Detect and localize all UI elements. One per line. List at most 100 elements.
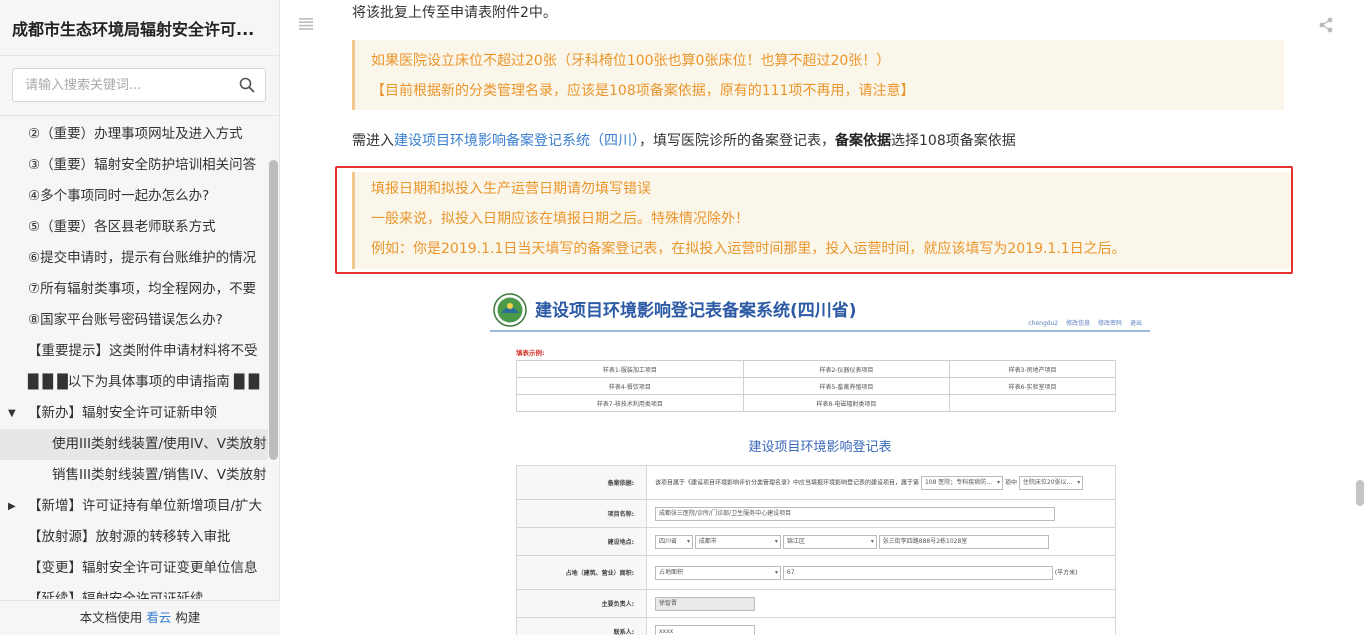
form-label: 项目名称: (516, 499, 647, 528)
toc-item-label: ⑦所有辐射类事项，均全程网办，不要 (28, 281, 257, 297)
toc-item-label: ④多个事项同时一起办怎么办? (28, 188, 210, 204)
address-input[interactable]: 张三街李四路888号2栋1028室 (878, 534, 1049, 549)
note-line: 【目前根据新的分类管理名录，应该是108项备案依据，原有的111项不再用，请注意… (371, 83, 915, 99)
form-heading: 建设项目环境影响登记表 (748, 440, 892, 455)
header-link[interactable]: 修改信息 (1066, 320, 1090, 327)
form-label: 联系人: (516, 617, 647, 635)
basis-select-2[interactable]: 住院床位20张以... (1018, 475, 1084, 490)
form-value: 成都张三医院/诊所/门诊部/卫生服务中心建设项目 (646, 499, 1116, 528)
sample-link[interactable]: 样表4-餐饮项目 (516, 377, 744, 395)
toc-item-label: 【放射源】放射源的转移转入审批 (28, 529, 231, 545)
form-label: 占地（建筑、营业）面积: (516, 555, 647, 590)
toc-item-label: ⑧国家平台账号密码错误怎么办? (28, 312, 223, 328)
leader-input[interactable]: 徐智晋 (655, 596, 755, 611)
paragraph-upload-note: 将该批复上传至申请表附件2中。 (352, 5, 557, 21)
text: 需进入 (352, 133, 394, 149)
toc-item-label: 【延续】辐射安全许可证延续 (28, 591, 204, 599)
toc-item-label: 【新办】辐射安全许可证新申领 (28, 405, 217, 421)
text: ，填写医院诊所的备案登记表， (639, 133, 835, 149)
project-name-input[interactable]: 成都张三医院/诊所/门诊部/卫生服务中心建设项目 (655, 506, 1055, 521)
province-select[interactable]: 四川省 (655, 534, 693, 549)
share-icon[interactable] (1319, 17, 1333, 33)
form-value: 该项目属于《建设项目环境影响评价分类管理名录》中应当填报环境影响登记表的建设项目… (646, 465, 1116, 500)
sample-link[interactable]: 样表3-房地产项目 (949, 360, 1116, 378)
main-content: 将该批复上传至申请表附件2中。 如果医院设立床位不超过20张（牙科椅位100张也… (281, 0, 1366, 635)
form-value: 徐智晋 (646, 589, 1116, 618)
footer-suffix: 构建 (175, 610, 201, 625)
menu-toggle-icon[interactable] (299, 18, 313, 30)
sample-link[interactable]: 样表7-核技术利用类项目 (516, 394, 744, 412)
toc-item[interactable]: ③（重要）辐射安全防护培训相关问答 (0, 150, 268, 181)
caret-down-icon[interactable]: ▼ (8, 398, 16, 429)
basis-mid: 项中 (1004, 479, 1017, 486)
toc-item-label: 【变更】辐射安全许可证变更单位信息 (28, 560, 258, 576)
form-label: 建设地点: (516, 527, 647, 556)
toc-item[interactable]: 【放射源】放射源的转移转入审批 (0, 522, 268, 553)
toc-item[interactable]: ⑦所有辐射类事项，均全程网办，不要 (0, 274, 268, 305)
search-icon[interactable] (239, 77, 255, 93)
toc-item[interactable]: 销售III类射线装置/销售IV、V类放射 (0, 460, 268, 491)
sample-link[interactable]: 样表6-实验室项目 (949, 377, 1116, 395)
book-title[interactable]: 成都市生态环境局辐射安全许可... (0, 0, 279, 56)
toc-item-label: 使用III类射线装置/使用IV、V类放射 (52, 436, 267, 452)
toc-item-label: 销售III类射线装置/销售IV、V类放射 (52, 467, 267, 483)
system-title: 建设项目环境影响登记表备案系统(四川省) (535, 301, 857, 321)
warning-note-beds: 如果医院设立床位不超过20张（牙科椅位100张也算0张床位！也算不超过20张！）… (352, 40, 1284, 110)
header-link[interactable]: 修改密码 (1098, 320, 1122, 327)
highlight-box (335, 166, 1293, 274)
toc-item-label: ⑤（重要）各区县老师联系方式 (28, 219, 216, 235)
sidebar-divider (0, 115, 280, 116)
footer-text: 本文档使用 (79, 610, 143, 625)
toc-item[interactable]: 【重要提示】这类附件申请材料将不受 (0, 336, 268, 367)
system-link[interactable]: 建设项目环境影响备案登记系统（四川） (394, 133, 639, 149)
city-select[interactable]: 成都市 (694, 534, 781, 549)
system-header: 建设项目环境影响登记表备案系统(四川省) chengdu2 修改信息 修改密码 … (490, 290, 1150, 330)
toc-item[interactable]: ⑥提交申请时，提示有台账维护的情况 (0, 243, 268, 274)
environment-logo-icon (493, 293, 527, 327)
toc-item-label: 【重要提示】这类附件申请材料将不受 (28, 343, 258, 359)
contact-input[interactable]: xxxx (655, 624, 755, 635)
area-input[interactable]: 67 (782, 565, 1053, 580)
table-of-contents: ②（重要）办理事项网址及进入方式 ③（重要）辐射安全防护培训相关问答 ④多个事项同时… (0, 119, 268, 599)
basis-text: 该项目属于《建设项目环境影响评价分类管理名录》中应当填报环境影响登记表的建设项目… (655, 479, 920, 486)
header-link[interactable]: chengdu2 (1028, 320, 1058, 327)
form-value: 占地面积 67 (平方米) (646, 555, 1116, 590)
toc-item[interactable]: ④多个事项同时一起办怎么办? (0, 181, 268, 212)
toc-item-label: ③（重要）辐射安全防护培训相关问答 (28, 157, 257, 173)
sample-link[interactable]: 样表8-电磁辐射类项目 (742, 394, 951, 412)
header-link[interactable]: 退出 (1130, 320, 1142, 327)
sidebar-scrollbar[interactable] (269, 160, 278, 460)
toc-item[interactable]: ②（重要）办理事项网址及进入方式 (0, 119, 268, 150)
sample-link[interactable]: 样表5-畜禽养殖项目 (742, 377, 951, 395)
toc-item[interactable]: ⑤（重要）各区县老师联系方式 (0, 212, 268, 243)
toc-item[interactable]: ▼ 【新办】辐射安全许可证新申领 (0, 398, 268, 429)
toc-item[interactable]: ▶ 【新增】许可证持有单位新增项目/扩大 (0, 491, 268, 522)
header-divider (490, 330, 1150, 332)
embedded-screenshot: 建设项目环境影响登记表备案系统(四川省) chengdu2 修改信息 修改密码 … (490, 290, 1150, 635)
header-links: chengdu2 修改信息 修改密码 退出 (1022, 318, 1142, 327)
search-box (12, 68, 266, 102)
sample-table: 样表1-服装加工项目 样表2-仪器仪表项目 样表3-房地产项目 样表4-餐饮项目… (516, 360, 1116, 412)
sample-link[interactable]: 样表1-服装加工项目 (516, 360, 744, 378)
sample-link[interactable] (949, 394, 1116, 412)
paragraph-system-entry: 需进入建设项目环境影响备案登记系统（四川），填写医院诊所的备案登记表，备案依据选… (352, 130, 1016, 150)
note-line: 如果医院设立床位不超过20张（牙科椅位100张也算0张床位！也算不超过20张！） (371, 53, 891, 69)
toc-item-label: █ █ █以下为具体事项的申请指南 █ █ (28, 374, 260, 390)
area-type-select[interactable]: 占地面积 (655, 565, 781, 580)
district-select[interactable]: 锦江区 (782, 534, 877, 549)
toc-item[interactable]: ⑧国家平台账号密码错误怎么办? (0, 305, 268, 336)
toc-item[interactable]: 【延续】辐射安全许可证延续 (0, 584, 268, 599)
toc-item[interactable]: 【变更】辐射安全许可证变更单位信息 (0, 553, 268, 584)
toc-item[interactable]: █ █ █以下为具体事项的申请指南 █ █ (0, 367, 268, 398)
toc-item-label: ⑥提交申请时，提示有台账维护的情况 (28, 250, 257, 266)
toc-item[interactable]: 使用III类射线装置/使用IV、V类放射 (0, 429, 268, 460)
caret-right-icon[interactable]: ▶ (8, 491, 16, 522)
main-scrollbar[interactable] (1356, 480, 1364, 506)
sidebar-footer: 本文档使用 看云 构建 (0, 600, 280, 635)
sample-link[interactable]: 样表2-仪器仪表项目 (742, 360, 951, 378)
toc-item-label: 【新增】许可证持有单位新增项目/扩大 (28, 498, 263, 514)
bold-text: 备案依据 (835, 133, 891, 149)
search-input[interactable] (13, 77, 233, 93)
basis-select[interactable]: 108 医院；专科疾病防... (920, 475, 1004, 490)
kancloud-link[interactable]: 看云 (146, 610, 171, 625)
